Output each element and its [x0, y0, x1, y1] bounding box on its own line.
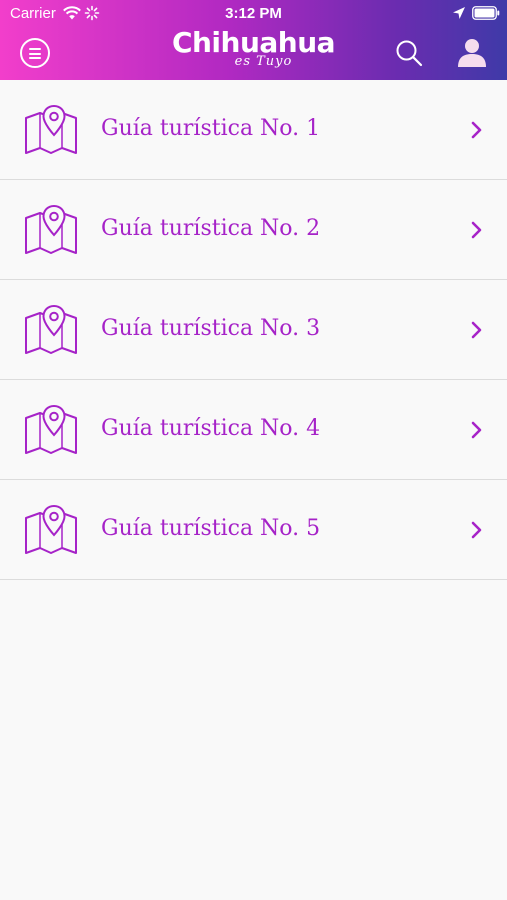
guide-list-item[interactable]: Guía turística No. 3	[0, 280, 507, 380]
status-time: 3:12 PM	[225, 5, 282, 22]
chevron-right-icon	[471, 421, 482, 439]
guide-list-item[interactable]: Guía turística No. 4	[0, 380, 507, 480]
guide-label: Guía turística No. 1	[101, 116, 321, 141]
location-arrow-icon	[453, 7, 465, 19]
user-icon[interactable]	[455, 36, 489, 70]
guide-list-item[interactable]: Guía turística No. 1	[0, 80, 507, 180]
map-pin-icon	[25, 204, 77, 254]
app-header: Carrier 3:12 PM Chihuahua es Tuyo	[0, 0, 507, 80]
search-icon[interactable]	[394, 38, 424, 68]
battery-icon	[472, 6, 500, 20]
map-pin-icon	[25, 504, 77, 554]
chevron-right-icon	[471, 521, 482, 539]
map-pin-icon	[25, 104, 77, 154]
guide-label: Guía turística No. 4	[101, 416, 321, 441]
guide-list: Guía turística No. 1 Guía turística No. 2…	[0, 80, 507, 580]
brand-tagline: es Tuyo	[234, 54, 293, 69]
guide-label: Guía turística No. 5	[101, 516, 321, 541]
guide-list-item[interactable]: Guía turística No. 5	[0, 480, 507, 580]
status-bar: Carrier 3:12 PM	[0, 0, 507, 28]
chevron-right-icon	[471, 321, 482, 339]
chevron-right-icon	[471, 121, 482, 139]
guide-label: Guía turística No. 3	[101, 316, 321, 341]
guide-label: Guía turística No. 2	[101, 216, 321, 241]
map-pin-icon	[25, 304, 77, 354]
guide-list-item[interactable]: Guía turística No. 2	[0, 180, 507, 280]
map-pin-icon	[25, 404, 77, 454]
brand-logo[interactable]: Chihuahua es Tuyo	[0, 26, 507, 69]
chevron-right-icon	[471, 221, 482, 239]
